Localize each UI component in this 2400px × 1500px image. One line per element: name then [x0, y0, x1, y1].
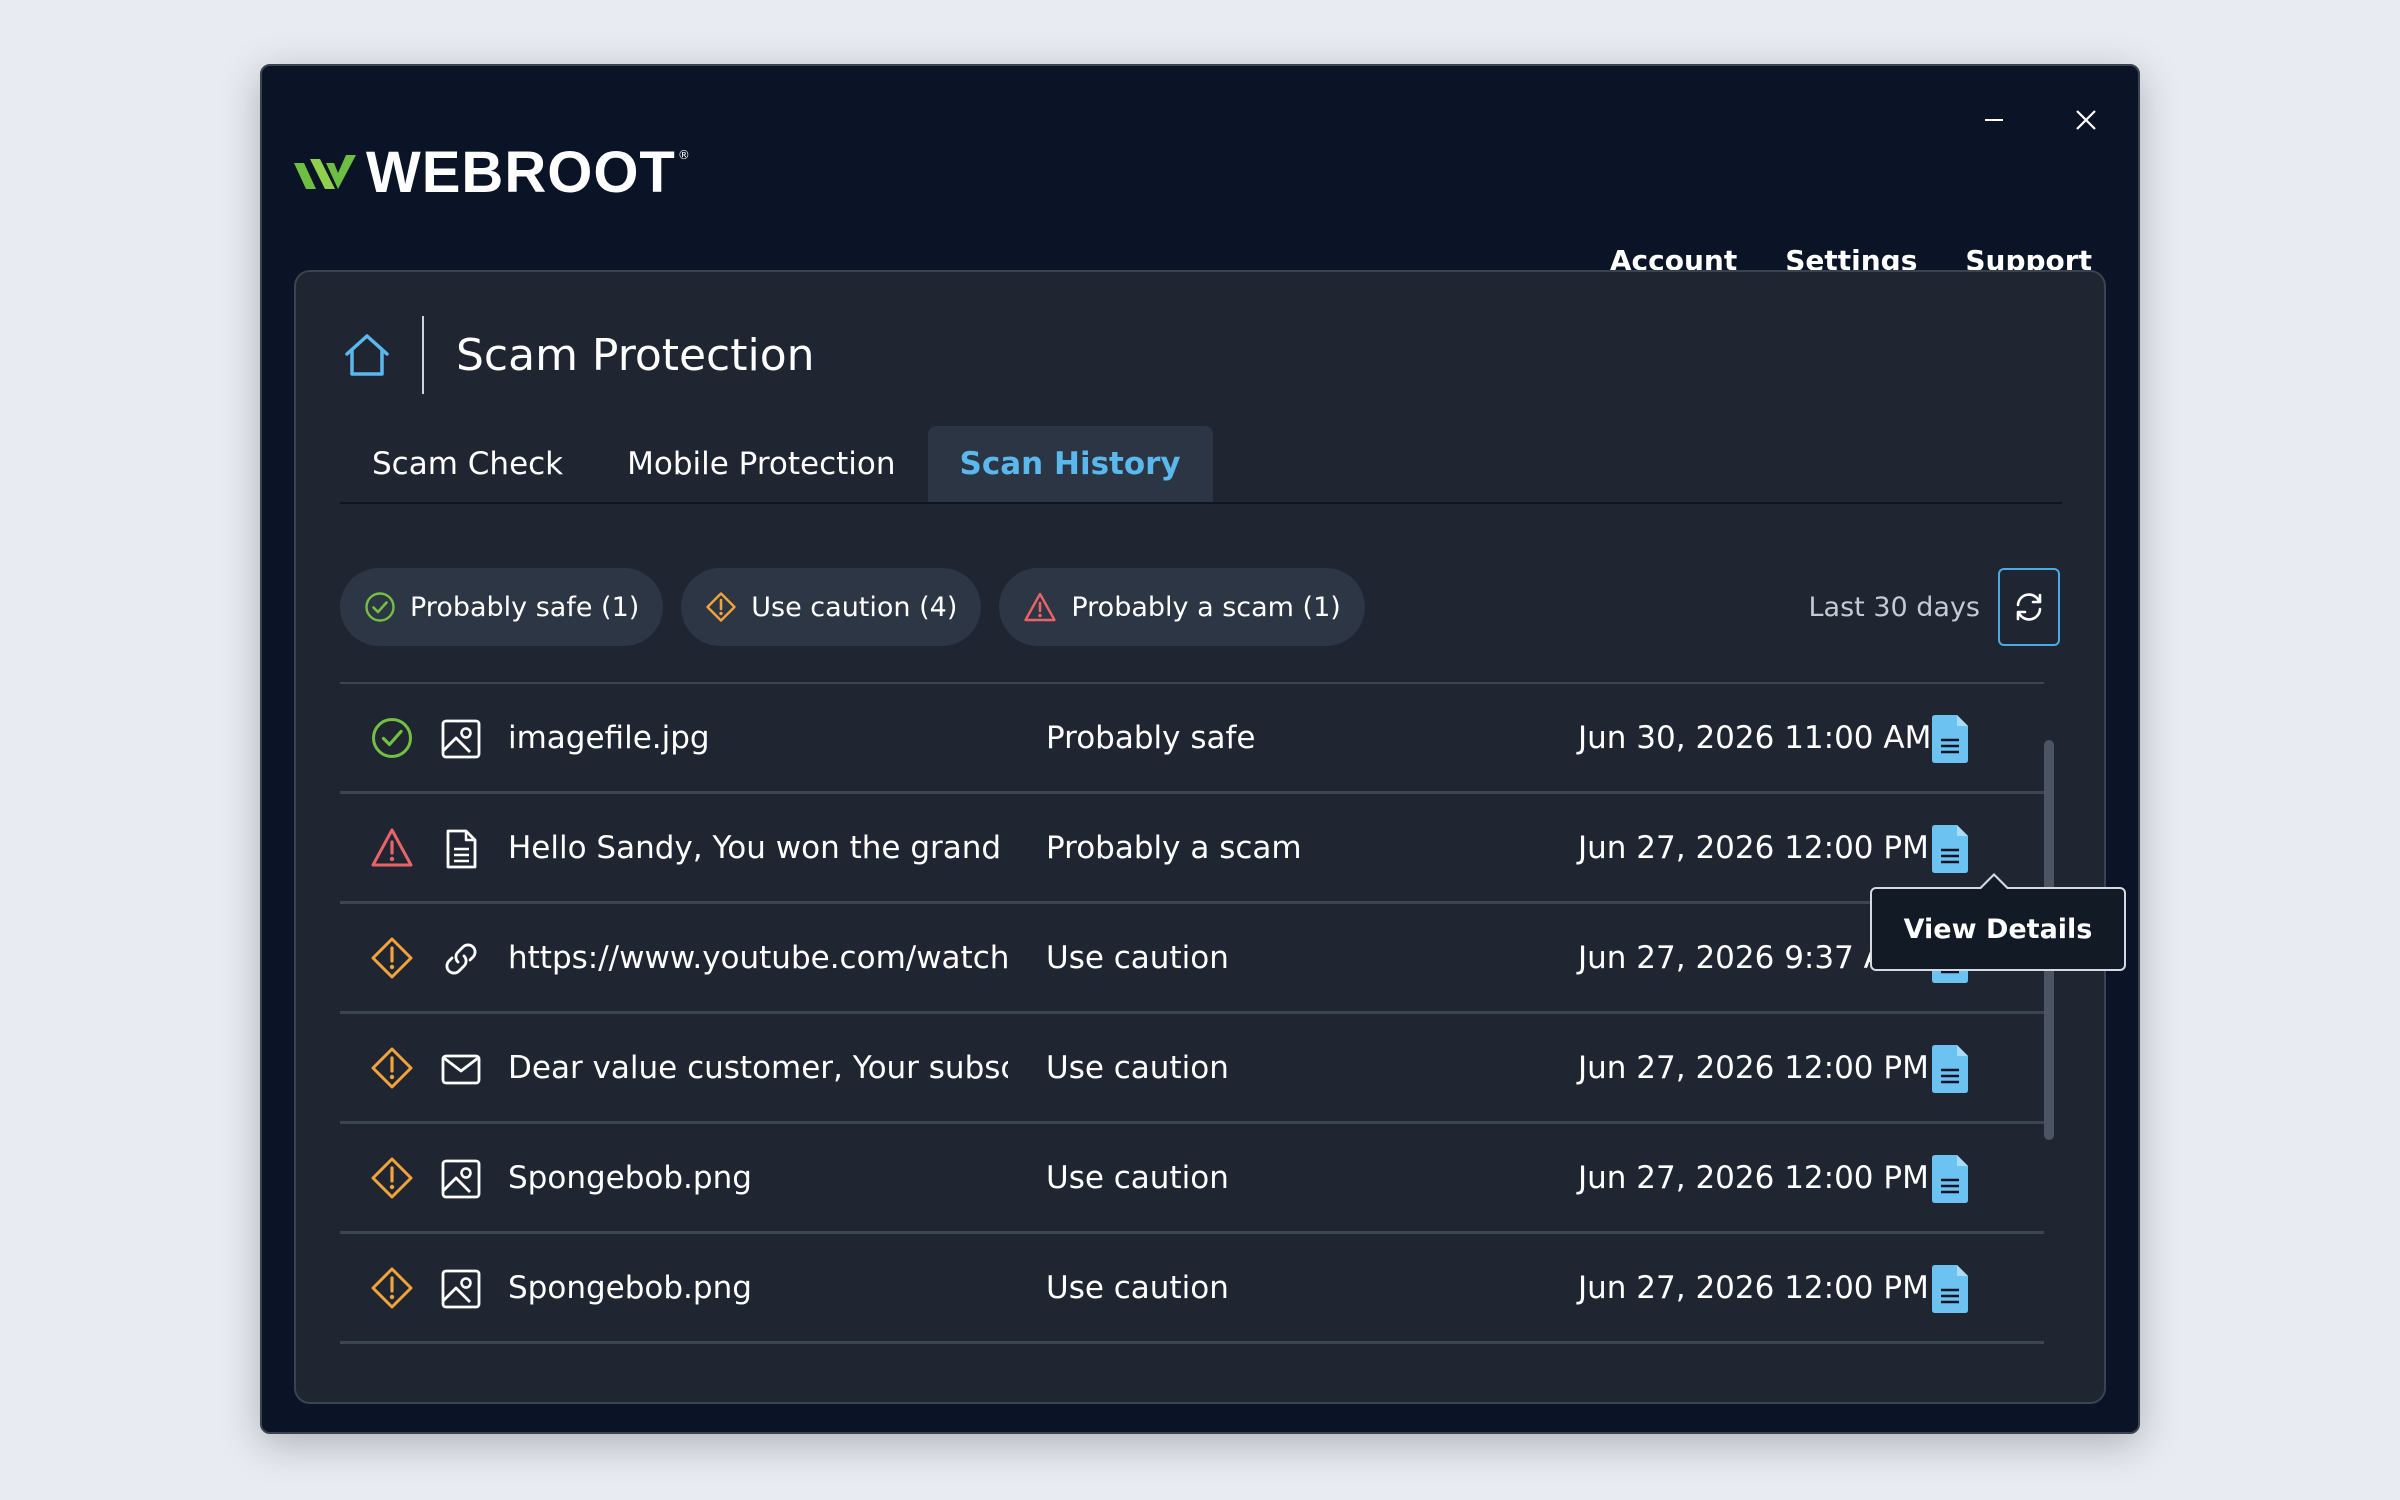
- refresh-button[interactable]: [1998, 568, 2060, 646]
- logo-wordmark: WEBROOT: [366, 140, 676, 205]
- header-divider: [422, 316, 424, 394]
- scan-item-name: Dear value customer, Your subscri...: [508, 1049, 1008, 1086]
- scan-item-name: Hello Sandy, You won the grand pr...: [508, 829, 1008, 866]
- scam-protection-panel: Scam Protection Scam Check Mobile Protec…: [294, 270, 2106, 1404]
- text-document-icon: [446, 829, 477, 869]
- date-range: Last 30 days: [1808, 568, 2060, 646]
- tab-scan-history[interactable]: Scan History: [927, 426, 1213, 502]
- view-details-icon[interactable]: [1930, 824, 1970, 874]
- scan-item-name: Spongebob.png: [508, 1269, 752, 1306]
- caution-diamond-icon: [371, 937, 413, 979]
- app-window: WEBROOT ® Account Settings Support Scam …: [260, 64, 2140, 1434]
- table-row[interactable]: Spongebob.png Use caution Jun 27, 2026 1…: [340, 1234, 2044, 1344]
- warning-triangle-icon: [371, 828, 413, 867]
- view-details-icon[interactable]: [1930, 714, 1970, 764]
- scan-verdict: Probably a scam: [1046, 829, 1302, 866]
- logo-mark-icon: [294, 155, 356, 189]
- table-row[interactable]: Dear value customer, Your subscri... Use…: [340, 1014, 2044, 1124]
- scan-date: Jun 27, 2026 12:00 PM: [1578, 1159, 1929, 1196]
- email-icon: [441, 1054, 481, 1085]
- window-controls: [1970, 96, 2110, 144]
- scan-verdict: Use caution: [1046, 1049, 1229, 1086]
- caution-diamond-icon: [706, 592, 736, 622]
- filter-chips: Probably safe (1) Use caution (4) Probab…: [340, 568, 1365, 646]
- warning-triangle-icon: [1024, 592, 1057, 622]
- scan-date: Jun 27, 2026 9:37 AM: [1578, 939, 1912, 976]
- image-icon: [441, 1159, 481, 1199]
- scan-item-name: imagefile.jpg: [508, 719, 710, 756]
- scan-verdict: Use caution: [1046, 1159, 1229, 1196]
- filter-scam-label: Probably a scam (1): [1071, 591, 1341, 623]
- minimize-button[interactable]: [1970, 96, 2018, 144]
- caution-diamond-icon: [371, 1267, 413, 1309]
- home-button[interactable]: [340, 328, 394, 382]
- scan-item-name: Spongebob.png: [508, 1159, 752, 1196]
- view-details-icon[interactable]: [1930, 1264, 1970, 1314]
- filter-probably-scam[interactable]: Probably a scam (1): [999, 568, 1365, 646]
- scan-verdict: Use caution: [1046, 1269, 1229, 1306]
- view-details-icon[interactable]: [1930, 1044, 1970, 1094]
- scan-item-name: https://www.youtube.com/watch?v...: [508, 939, 1008, 976]
- check-circle-icon: [372, 718, 412, 758]
- tab-mobile-protection[interactable]: Mobile Protection: [595, 426, 927, 502]
- webroot-logo: WEBROOT ®: [292, 144, 690, 202]
- view-details-tooltip: View Details: [1870, 873, 2126, 971]
- scan-date: Jun 30, 2026 11:00 AM: [1578, 719, 1932, 756]
- image-icon: [441, 719, 481, 759]
- close-icon: [2076, 110, 2096, 130]
- scan-verdict: Use caution: [1046, 939, 1229, 976]
- filter-safe-label: Probably safe (1): [410, 591, 640, 623]
- table-row[interactable]: imagefile.jpg Probably safe Jun 30, 2026…: [340, 684, 2044, 794]
- panel-header: Scam Protection: [340, 316, 815, 394]
- logo-registered: ®: [677, 148, 690, 162]
- refresh-icon: [2016, 593, 2042, 621]
- scan-verdict: Probably safe: [1046, 719, 1256, 756]
- tab-scam-check[interactable]: Scam Check: [340, 426, 595, 502]
- close-button[interactable]: [2062, 96, 2110, 144]
- scrollbar[interactable]: [2044, 740, 2054, 1340]
- scan-history-list: imagefile.jpg Probably safe Jun 30, 2026…: [340, 682, 2044, 1344]
- filter-probably-safe[interactable]: Probably safe (1): [340, 568, 664, 646]
- page-title: Scam Protection: [456, 329, 815, 381]
- table-row[interactable]: Spongebob.png Use caution Jun 27, 2026 1…: [340, 1124, 2044, 1234]
- scan-date: Jun 27, 2026 12:00 PM: [1578, 1049, 1929, 1086]
- check-circle-icon: [365, 592, 395, 622]
- home-icon: [345, 334, 389, 376]
- minimize-icon: [1985, 119, 2003, 121]
- filter-use-caution[interactable]: Use caution (4): [681, 568, 982, 646]
- table-row[interactable]: Hello Sandy, You won the grand pr... Pro…: [340, 794, 2044, 904]
- view-details-icon[interactable]: [1930, 1154, 1970, 1204]
- table-row[interactable]: https://www.youtube.com/watch?v... Use c…: [340, 904, 2044, 1014]
- caution-diamond-icon: [371, 1157, 413, 1199]
- image-icon: [441, 1269, 481, 1309]
- caution-diamond-icon: [371, 1047, 413, 1089]
- filter-caution-label: Use caution (4): [751, 591, 958, 623]
- link-icon: [445, 943, 477, 975]
- date-range-label: Last 30 days: [1808, 591, 1981, 623]
- scan-date: Jun 27, 2026 12:00 PM: [1578, 1269, 1929, 1306]
- tab-bar: Scam Check Mobile Protection Scan Histor…: [340, 426, 2062, 504]
- scan-date: Jun 27, 2026 12:00 PM: [1578, 829, 1929, 866]
